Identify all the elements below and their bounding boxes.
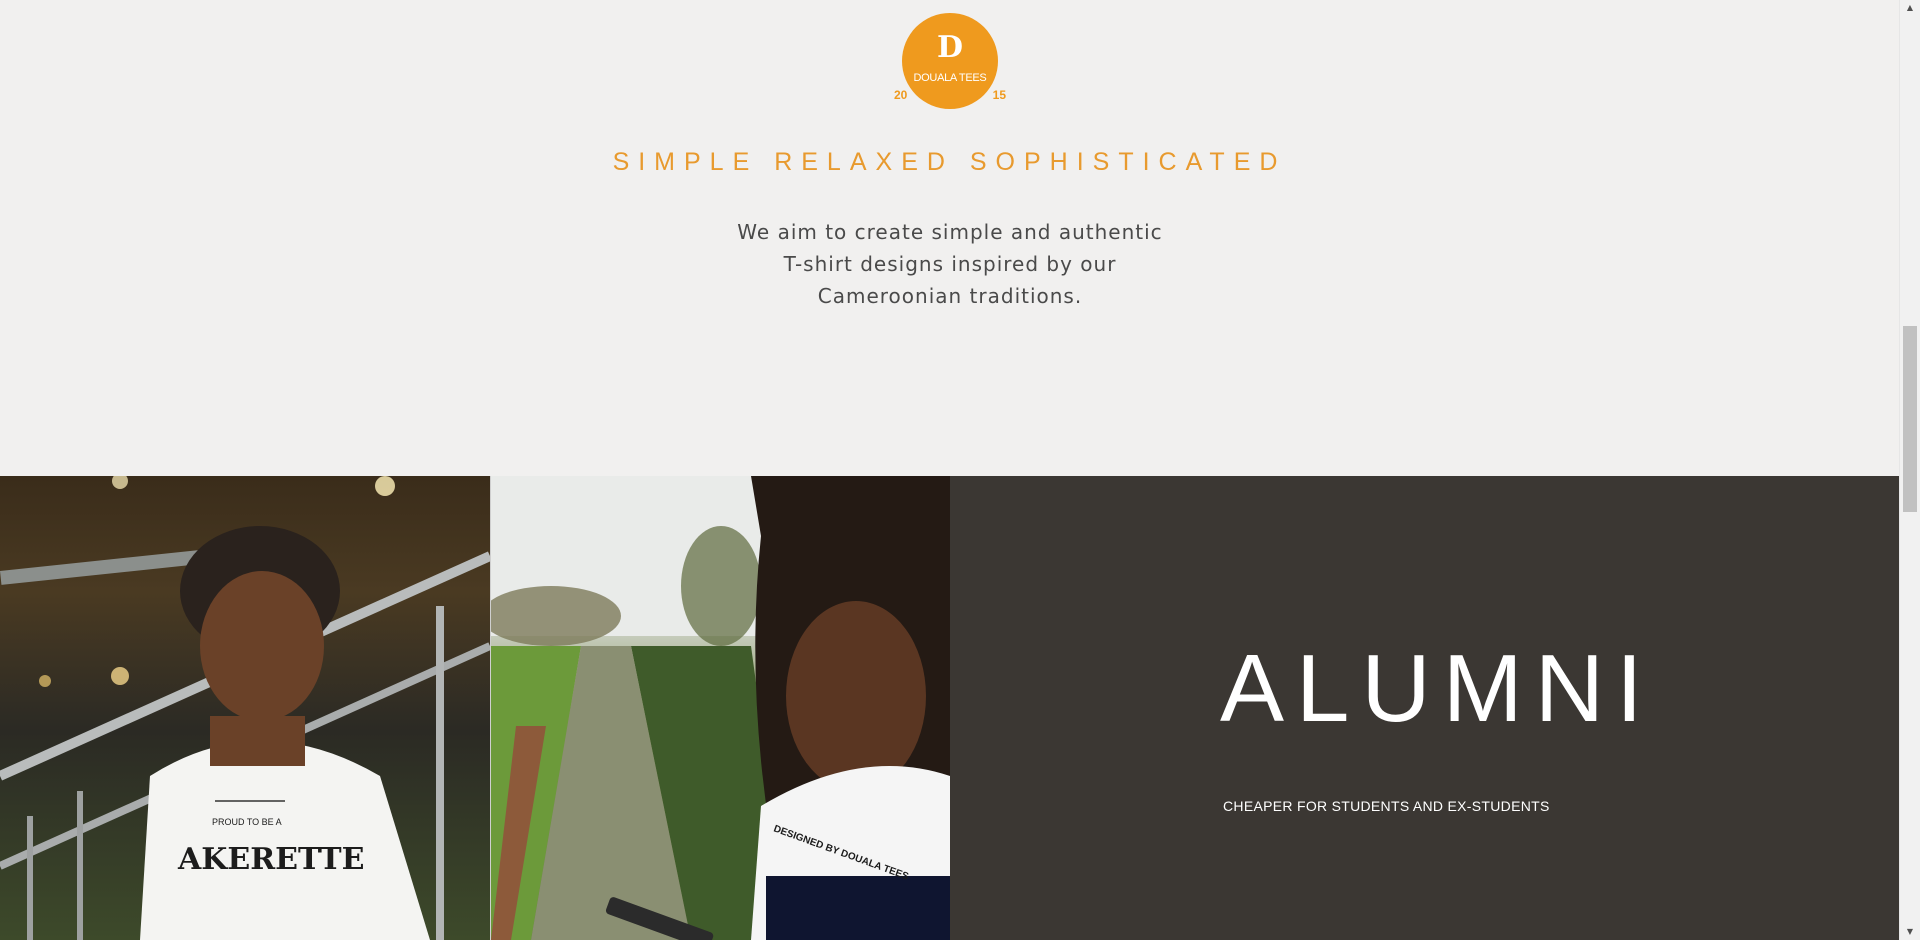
photo-designed-by-tee: DESIGNED BY DOUALA TEES <box>491 476 950 940</box>
alumni-heading: ALUMNI <box>1220 635 1655 742</box>
photo-right-illustration: DESIGNED BY DOUALA TEES <box>491 476 950 940</box>
page: D DOUALA TEES 20 15 SIMPLE RELAXED SOPHI… <box>0 0 1920 940</box>
scroll-thumb[interactable] <box>1903 326 1917 512</box>
intro-description: We aim to create simple and authentic T-… <box>737 220 1163 308</box>
scroll-down-arrow-icon[interactable]: ▼ <box>1900 924 1920 940</box>
photo-akerette-tee: AKERETTE PROUD TO BE A <box>0 476 490 940</box>
intro-section: D DOUALA TEES 20 15 SIMPLE RELAXED SOPHI… <box>0 0 1899 476</box>
logo-year-right: 15 <box>992 88 1006 102</box>
brand-logo[interactable]: D DOUALA TEES 20 15 <box>890 10 1010 114</box>
alumni-section[interactable]: ALUMNI CHEAPER FOR STUDENTS AND EX-STUDE… <box>950 476 1899 940</box>
logo-circle: D DOUALA TEES <box>902 13 998 109</box>
logo-letter: D <box>936 30 963 65</box>
logo-year-left: 20 <box>894 88 908 102</box>
viewport: D DOUALA TEES 20 15 SIMPLE RELAXED SOPHI… <box>0 0 1899 940</box>
svg-text:PROUD TO BE A: PROUD TO BE A <box>212 817 282 827</box>
alumni-subtitle: CHEAPER FOR STUDENTS AND EX-STUDENTS <box>1223 798 1550 814</box>
svg-text:AKERETTE: AKERETTE <box>177 842 364 877</box>
photo-left-illustration: AKERETTE PROUD TO BE A <box>0 476 490 940</box>
tagline-heading: SIMPLE RELAXED SOPHISTICATED <box>612 148 1287 176</box>
logo-name: DOUALA TEES <box>913 72 987 84</box>
vertical-scrollbar[interactable]: ▲ ▼ <box>1899 0 1920 940</box>
scroll-up-arrow-icon[interactable]: ▲ <box>1900 0 1920 16</box>
